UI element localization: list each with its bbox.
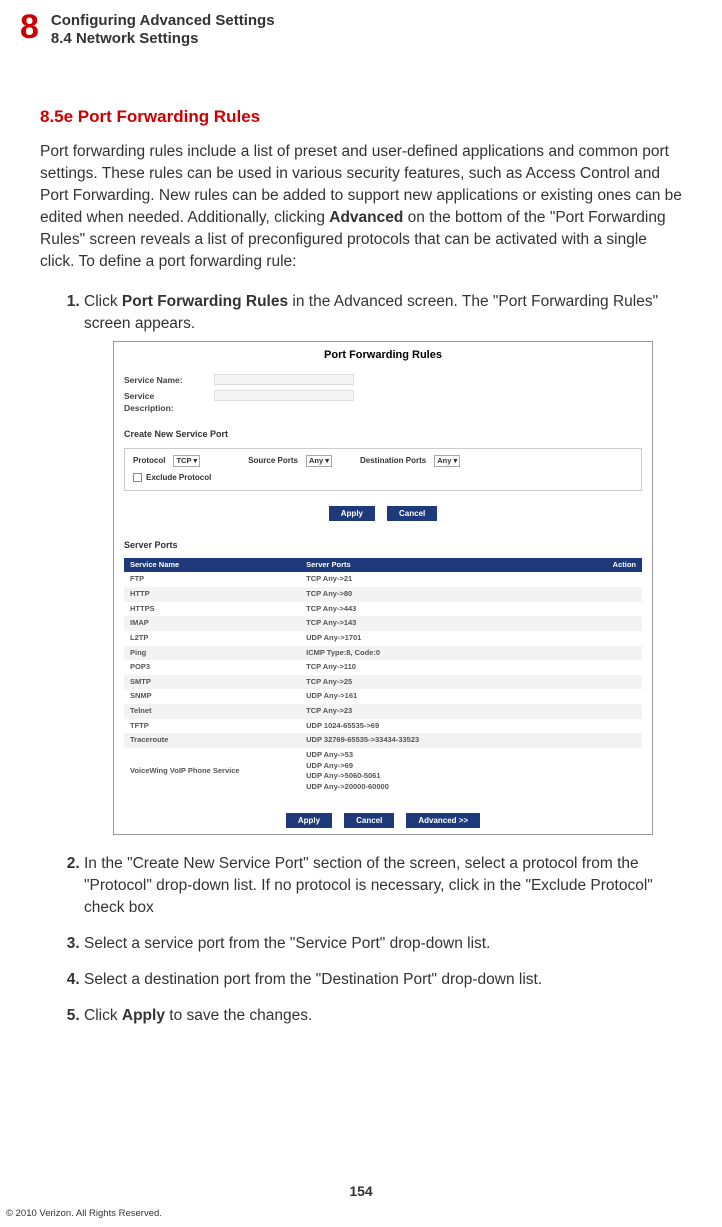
cancel-button-top[interactable]: Cancel <box>387 506 437 521</box>
protocol-select[interactable]: TCP ▾ <box>173 455 200 468</box>
step-5: Click Apply to save the changes. <box>84 1005 682 1027</box>
service-name-input[interactable] <box>214 374 354 385</box>
table-row: SNMPUDP Any->161 <box>124 689 642 704</box>
step-2: In the "Create New Service Port" section… <box>84 853 682 919</box>
step-3: Select a service port from the "Service … <box>84 933 682 955</box>
dest-ports-select[interactable]: Any ▾ <box>434 455 460 468</box>
table-row: VoiceWing VoIP Phone ServiceUDP Any->53 … <box>124 748 642 795</box>
chapter-header: 8 Configuring Advanced Settings 8.4 Netw… <box>20 10 702 47</box>
table-row: IMAPTCP Any->143 <box>124 616 642 631</box>
advanced-button[interactable]: Advanced >> <box>406 813 480 828</box>
header-title: Configuring Advanced Settings <box>51 12 275 29</box>
copyright: © 2010 Verizon. All Rights Reserved. <box>6 1208 162 1219</box>
table-row: POP3TCP Any->110 <box>124 660 642 675</box>
table-row: TracerouteUDP 32769-65535->33434-33523 <box>124 733 642 748</box>
table-row: SMTPTCP Any->25 <box>124 675 642 690</box>
table-row: TelnetTCP Any->23 <box>124 704 642 719</box>
table-row: HTTPSTCP Any->443 <box>124 602 642 617</box>
chapter-number: 8 <box>20 10 39 44</box>
header-subtitle: 8.4 Network Settings <box>51 30 275 47</box>
service-desc-input[interactable] <box>214 390 354 401</box>
table-row: TFTPUDP 1024-65535->69 <box>124 719 642 734</box>
section-title: 8.5e Port Forwarding Rules <box>40 107 682 127</box>
source-ports-select[interactable]: Any ▾ <box>306 455 332 468</box>
step-4: Select a destination port from the "Dest… <box>84 969 682 991</box>
table-row: HTTPTCP Any->80 <box>124 587 642 602</box>
table-row: L2TPUDP Any->1701 <box>124 631 642 646</box>
intro-paragraph: Port forwarding rules include a list of … <box>40 141 682 273</box>
apply-button-bottom[interactable]: Apply <box>286 813 332 828</box>
page-number: 154 <box>0 1183 722 1199</box>
screenshot-title: Port Forwarding Rules <box>114 342 652 372</box>
table-row: FTPTCP Any->21 <box>124 572 642 587</box>
server-ports-table: Service Name Server Ports Action FTPTCP … <box>124 558 642 795</box>
apply-button-top[interactable]: Apply <box>329 506 375 521</box>
create-panel: Protocol TCP ▾ Source Ports Any ▾ Destin… <box>124 448 642 491</box>
step-list: Click Port Forwarding Rules in the Advan… <box>40 291 682 1027</box>
exclude-protocol-checkbox[interactable] <box>133 473 142 482</box>
step-1: Click Port Forwarding Rules in the Advan… <box>84 291 682 835</box>
cancel-button-bottom[interactable]: Cancel <box>344 813 394 828</box>
table-row: PingICMP Type:8, Code:0 <box>124 646 642 661</box>
screenshot-port-forwarding-rules: Port Forwarding Rules Service Name: Serv… <box>113 341 653 835</box>
